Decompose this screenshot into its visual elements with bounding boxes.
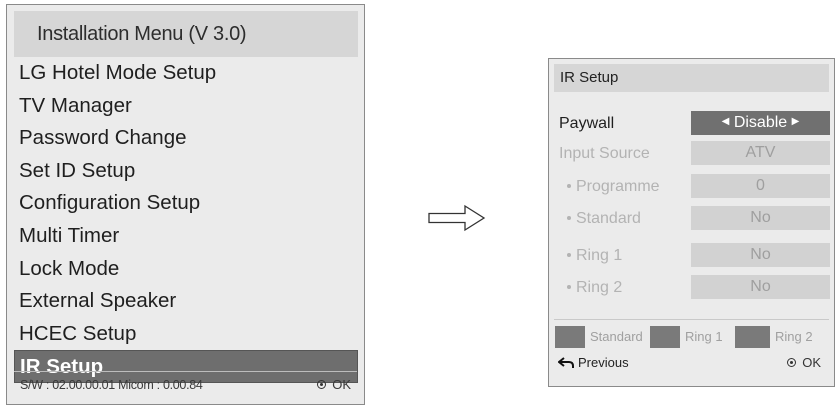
menu-item-set-id-setup[interactable]: Set ID Setup <box>14 155 358 188</box>
ir-setup-footer: Standard Ring 1 Ring 2 Previous OK <box>554 319 829 382</box>
ring-1-value: No <box>691 243 830 267</box>
menu-item-external-speaker[interactable]: External Speaker <box>14 285 358 318</box>
row-ring-1: Ring 1 No <box>559 243 831 269</box>
ok-hint[interactable]: OK <box>787 354 821 372</box>
paywall-label: Paywall <box>559 115 615 132</box>
key-standard-label: Standard <box>590 329 643 344</box>
programme-label-text: Programme <box>576 178 660 195</box>
input-source-label: Input Source <box>559 145 650 162</box>
key-ring-2-label: Ring 2 <box>775 329 813 344</box>
row-input-source: Input Source ATV <box>559 141 831 167</box>
paywall-value: Disable <box>733 114 788 132</box>
installation-menu-title: Installation Menu (V 3.0) <box>14 11 358 57</box>
bullet-icon <box>567 183 571 188</box>
key-ring-2[interactable]: Ring 2 <box>735 326 813 348</box>
menu-item-multi-timer[interactable]: Multi Timer <box>14 220 358 253</box>
paywall-selector[interactable]: ◀ Disable ▶ <box>691 111 830 135</box>
ring-1-label: Ring 1 <box>567 243 622 269</box>
color-key-icon <box>555 326 585 348</box>
bullet-icon <box>567 252 571 257</box>
bullet-icon <box>567 215 571 220</box>
software-version-text: S/W : 02.00.00.01 Micom : 0.00.84 <box>20 378 203 392</box>
ok-hint[interactable]: OK <box>317 372 351 398</box>
row-standard: Standard No <box>559 206 831 232</box>
menu-item-configuration-setup[interactable]: Configuration Setup <box>14 187 358 220</box>
triangle-right-icon[interactable]: ▶ <box>792 110 800 134</box>
key-ring-1-label: Ring 1 <box>685 329 723 344</box>
back-arrow-icon <box>557 356 574 368</box>
standard-label: Standard <box>567 206 641 232</box>
ir-setup-title: IR Setup <box>554 64 829 92</box>
row-programme: Programme 0 <box>559 174 831 200</box>
programme-label: Programme <box>567 174 660 200</box>
previous-hint[interactable]: Previous <box>557 354 629 372</box>
menu-item-hcec-setup[interactable]: HCEC Setup <box>14 318 358 351</box>
installation-menu-footer: S/W : 02.00.00.01 Micom : 0.00.84 OK <box>14 371 357 398</box>
installation-menu-panel: Installation Menu (V 3.0) LG Hotel Mode … <box>6 4 365 405</box>
row-paywall[interactable]: Paywall ◀ Disable ▶ <box>559 111 831 137</box>
ring-2-label-text: Ring 2 <box>576 279 623 296</box>
menu-item-lg-hotel-mode-setup[interactable]: LG Hotel Mode Setup <box>14 57 358 90</box>
ok-label: OK <box>332 377 351 392</box>
ring-1-label-text: Ring 1 <box>576 247 623 264</box>
color-key-icon <box>735 326 770 348</box>
bullet-icon <box>567 284 571 289</box>
input-source-value: ATV <box>691 141 830 165</box>
menu-item-tv-manager[interactable]: TV Manager <box>14 90 358 123</box>
programme-value: 0 <box>691 174 830 198</box>
standard-label-text: Standard <box>576 210 641 227</box>
previous-label: Previous <box>578 355 629 370</box>
key-standard[interactable]: Standard <box>555 326 643 348</box>
row-ring-2: Ring 2 No <box>559 275 831 301</box>
menu-item-password-change[interactable]: Password Change <box>14 122 358 155</box>
ir-setup-panel: IR Setup Paywall ◀ Disable ▶ Input Sourc… <box>548 58 835 387</box>
ok-label: OK <box>802 355 821 370</box>
color-key-icon <box>650 326 680 348</box>
key-ring-1[interactable]: Ring 1 <box>650 326 723 348</box>
ok-radio-icon <box>317 380 327 390</box>
menu-item-lock-mode[interactable]: Lock Mode <box>14 253 358 286</box>
installation-menu-list: LG Hotel Mode Setup TV Manager Password … <box>14 57 358 383</box>
right-arrow-outline-icon <box>428 204 486 237</box>
ok-radio-icon <box>787 358 797 368</box>
ring-2-label: Ring 2 <box>567 275 622 301</box>
ring-2-value: No <box>691 275 830 299</box>
standard-value: No <box>691 206 830 230</box>
triangle-left-icon[interactable]: ◀ <box>722 110 730 134</box>
color-key-row: Standard Ring 1 Ring 2 <box>555 326 830 348</box>
